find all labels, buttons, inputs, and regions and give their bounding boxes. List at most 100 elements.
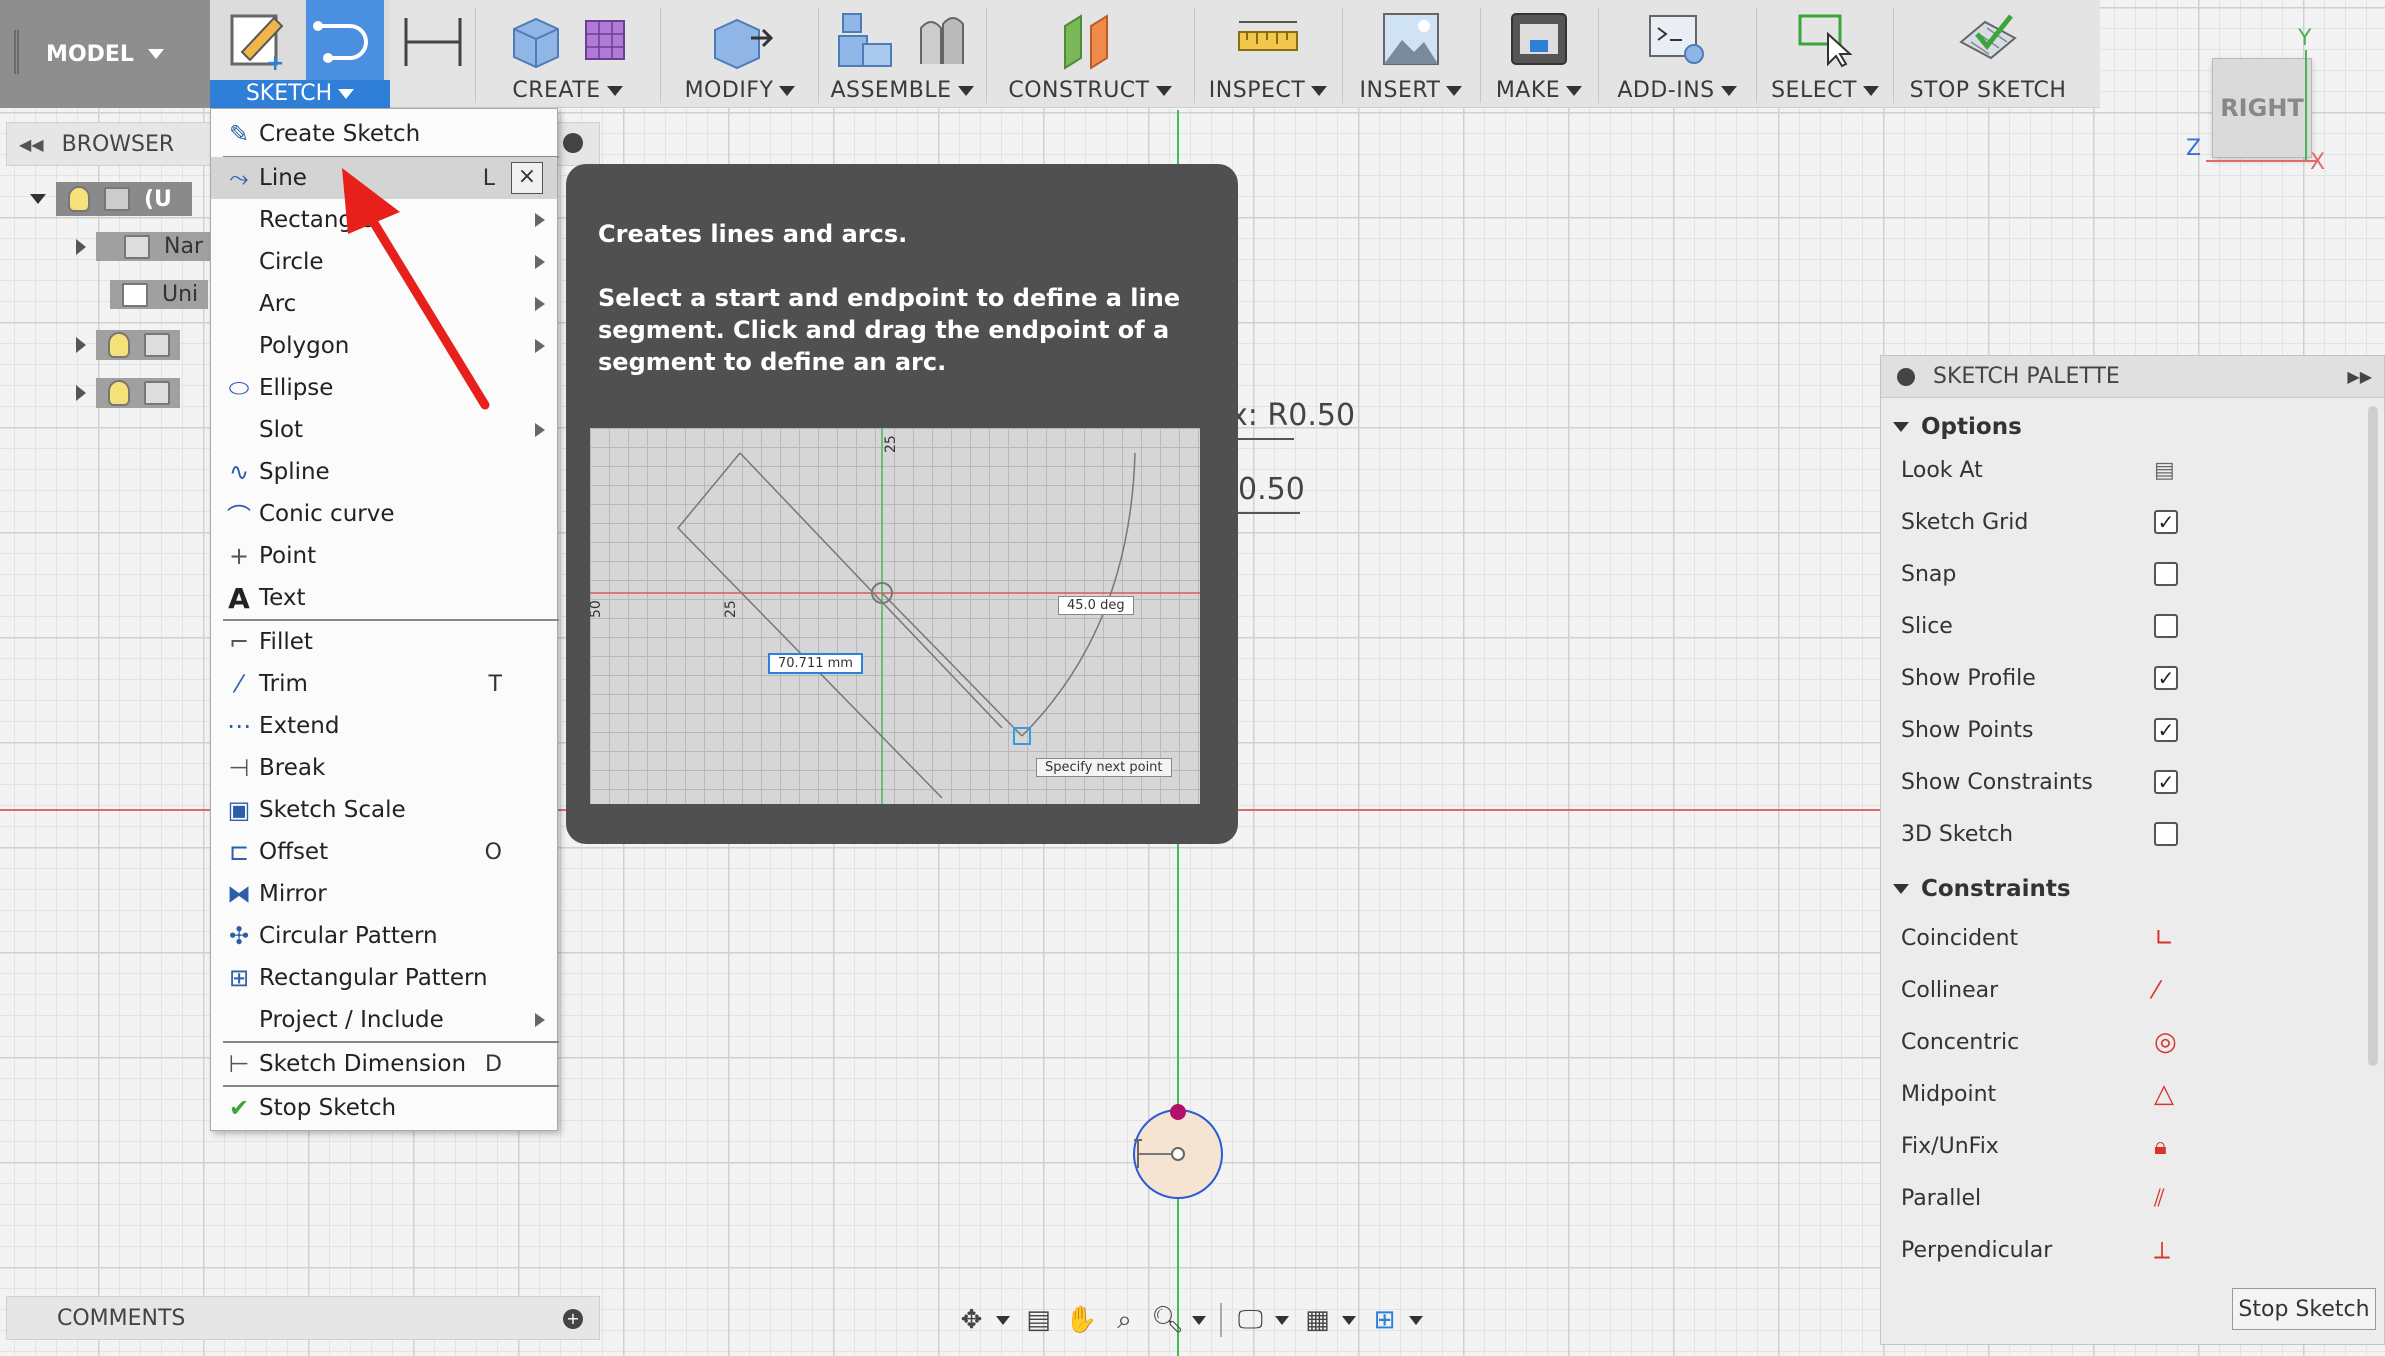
sketch-menu-button[interactable]: SKETCH bbox=[210, 80, 390, 108]
options-section-header[interactable]: Options bbox=[1893, 414, 2022, 440]
constraint-midpoint[interactable]: Midpoint △ bbox=[1901, 1068, 2301, 1120]
slice-checkbox[interactable] bbox=[2154, 614, 2178, 638]
construct-menu[interactable]: CONSTRUCT bbox=[990, 0, 1190, 108]
toolbar-grip[interactable] bbox=[14, 30, 19, 74]
zoom-window-icon[interactable]: ⌕ bbox=[1106, 1305, 1143, 1336]
create-sketch-icon[interactable]: + bbox=[226, 8, 290, 72]
perpendicular-icon[interactable]: ⟂ bbox=[2154, 1236, 2170, 1264]
inspect-menu[interactable]: INSPECT bbox=[1198, 0, 1338, 108]
visibility-bulb-icon[interactable] bbox=[108, 332, 130, 358]
stop-sketch-button[interactable]: Stop Sketch bbox=[2232, 1288, 2376, 1330]
option-sketch-grid[interactable]: Sketch Grid ✓ bbox=[1901, 496, 2301, 548]
menu-item-spline[interactable]: ∿ Spline bbox=[211, 451, 557, 493]
menu-item-offset[interactable]: ⊏ Offset O bbox=[211, 831, 557, 873]
browser-row-named-views[interactable]: Nar bbox=[76, 232, 213, 261]
display-settings-icon[interactable]: 🖵 bbox=[1232, 1305, 1269, 1336]
constraint-collinear[interactable]: Collinear ⁄ bbox=[1901, 964, 2301, 1016]
parallel-icon[interactable]: ⫽ bbox=[2154, 1184, 2165, 1212]
menu-item-fillet[interactable]: ⌐ Fillet bbox=[211, 621, 557, 663]
menu-item-stop-sketch[interactable]: ✔ Stop Sketch bbox=[211, 1087, 557, 1129]
orbit-icon[interactable]: ✥ bbox=[953, 1305, 990, 1335]
insert-menu[interactable]: INSERT bbox=[1346, 0, 1476, 108]
chevron-down-icon[interactable] bbox=[1408, 1315, 1423, 1325]
show-profile-checkbox[interactable]: ✓ bbox=[2154, 666, 2178, 690]
option-look-at[interactable]: Look At ▤ bbox=[1901, 444, 2301, 496]
option-3d-sketch[interactable]: 3D Sketch bbox=[1901, 808, 2301, 860]
menu-item-rectangular-pattern[interactable]: ⊞ Rectangular Pattern bbox=[211, 957, 557, 999]
workspace-switcher-button[interactable]: MODEL bbox=[0, 0, 210, 108]
browser-row-folder[interactable] bbox=[76, 378, 180, 408]
select-menu[interactable]: SELECT bbox=[1760, 0, 1890, 108]
show-points-checkbox[interactable]: ✓ bbox=[2154, 718, 2178, 742]
constraint-parallel[interactable]: Parallel ⫽ bbox=[1901, 1172, 2301, 1224]
option-show-profile[interactable]: Show Profile ✓ bbox=[1901, 652, 2301, 704]
assemble-menu[interactable]: ASSEMBLE bbox=[822, 0, 982, 108]
grid-settings-icon[interactable]: ▦ bbox=[1299, 1305, 1336, 1335]
close-icon[interactable]: × bbox=[511, 162, 543, 194]
option-show-constraints[interactable]: Show Constraints ✓ bbox=[1901, 756, 2301, 808]
panel-pin-icon[interactable] bbox=[563, 133, 583, 153]
menu-item-sketch-scale[interactable]: ▣ Sketch Scale bbox=[211, 789, 557, 831]
viewports-icon[interactable]: ⊞ bbox=[1366, 1305, 1403, 1335]
collapse-icon[interactable]: ◀◀ bbox=[19, 135, 44, 154]
constraint-coincident[interactable]: Coincident ∟ bbox=[1901, 912, 2301, 964]
zoom-icon[interactable]: 🔍︎ bbox=[1149, 1305, 1186, 1335]
add-comment-icon[interactable]: + bbox=[563, 1309, 583, 1329]
snap-checkbox[interactable] bbox=[2154, 562, 2178, 586]
comments-panel[interactable]: COMMENTS + bbox=[6, 1296, 600, 1340]
chevron-down-icon[interactable] bbox=[1192, 1315, 1207, 1325]
chevron-down-icon[interactable] bbox=[1274, 1315, 1289, 1325]
menu-item-mirror[interactable]: ⧓ Mirror bbox=[211, 873, 557, 915]
menu-item-create-sketch[interactable]: ✎ Create Sketch bbox=[211, 113, 557, 155]
browser-row-folder[interactable] bbox=[76, 330, 180, 360]
expand-icon[interactable] bbox=[76, 385, 86, 401]
midpoint-icon[interactable]: △ bbox=[2154, 1079, 2174, 1109]
show-constraints-checkbox[interactable]: ✓ bbox=[2154, 770, 2178, 794]
chevron-down-icon[interactable] bbox=[996, 1315, 1011, 1325]
constraints-section-header[interactable]: Constraints bbox=[1893, 876, 2071, 902]
sketch-palette-header[interactable]: SKETCH PALETTE ▶▶ bbox=[1881, 356, 2384, 398]
option-show-points[interactable]: Show Points ✓ bbox=[1901, 704, 2301, 756]
look-at-icon[interactable]: ▤ bbox=[2154, 458, 2175, 483]
sketch-grid-checkbox[interactable]: ✓ bbox=[2154, 510, 2178, 534]
make-menu[interactable]: MAKE bbox=[1484, 0, 1594, 108]
expand-icon[interactable] bbox=[76, 238, 86, 255]
menu-item-trim[interactable]: ⁄ Trim T bbox=[211, 663, 557, 705]
modify-menu[interactable]: MODIFY bbox=[665, 0, 815, 108]
coincident-icon[interactable]: ∟ bbox=[2154, 924, 2174, 952]
option-snap[interactable]: Snap bbox=[1901, 548, 2301, 600]
constraint-concentric[interactable]: Concentric ◎ bbox=[1901, 1016, 2301, 1068]
stop-sketch-toolbar-button[interactable]: STOP SKETCH bbox=[1898, 0, 2078, 108]
create-menu[interactable]: CREATE bbox=[480, 0, 655, 108]
constraint-fix-unfix[interactable]: Fix/UnFix 🔒︎ bbox=[1901, 1120, 2301, 1172]
expand-icon[interactable] bbox=[30, 194, 46, 204]
visibility-bulb-icon[interactable] bbox=[68, 186, 90, 212]
browser-root-row[interactable]: (U bbox=[30, 182, 192, 216]
pan-hand-icon[interactable]: ✋ bbox=[1063, 1305, 1100, 1335]
add-ins-menu[interactable]: ADD-INS bbox=[1602, 0, 1752, 108]
browser-row-units[interactable]: Uni bbox=[110, 280, 209, 309]
menu-item-conic-curve[interactable]: ⌒ Conic curve bbox=[211, 493, 557, 535]
menu-item-project-include[interactable]: Project / Include bbox=[211, 999, 557, 1041]
constraint-perpendicular[interactable]: Perpendicular ⟂ bbox=[1901, 1224, 2301, 1276]
chevron-down-icon[interactable] bbox=[1341, 1315, 1356, 1325]
panel-pin-icon[interactable] bbox=[1897, 368, 1915, 386]
3d-sketch-checkbox[interactable] bbox=[2154, 822, 2178, 846]
menu-item-extend[interactable]: ⋯ Extend bbox=[211, 705, 557, 747]
visibility-bulb-icon[interactable] bbox=[108, 380, 130, 406]
option-slice[interactable]: Slice bbox=[1901, 600, 2301, 652]
expand-panel-icon[interactable]: ▶▶ bbox=[2347, 367, 2372, 386]
menu-item-point[interactable]: + Point bbox=[211, 535, 557, 577]
lock-icon[interactable]: 🔒︎ bbox=[2154, 1132, 2167, 1160]
concentric-icon[interactable]: ◎ bbox=[2154, 1027, 2177, 1057]
menu-item-circular-pattern[interactable]: ✣ Circular Pattern bbox=[211, 915, 557, 957]
menu-item-sketch-dimension[interactable]: ⊢ Sketch Dimension D bbox=[211, 1043, 557, 1085]
view-cube[interactable]: RIGHT bbox=[2212, 58, 2312, 158]
dimension-icon[interactable] bbox=[400, 12, 466, 72]
look-at-icon[interactable]: ▤ bbox=[1020, 1305, 1057, 1335]
expand-icon[interactable] bbox=[76, 337, 86, 353]
radius-dimension[interactable]: x: R0.50 bbox=[1230, 398, 1355, 433]
menu-item-break[interactable]: ⊣ Break bbox=[211, 747, 557, 789]
collinear-icon[interactable]: ⁄ bbox=[2154, 976, 2158, 1004]
menu-item-text[interactable]: A Text bbox=[211, 577, 557, 619]
